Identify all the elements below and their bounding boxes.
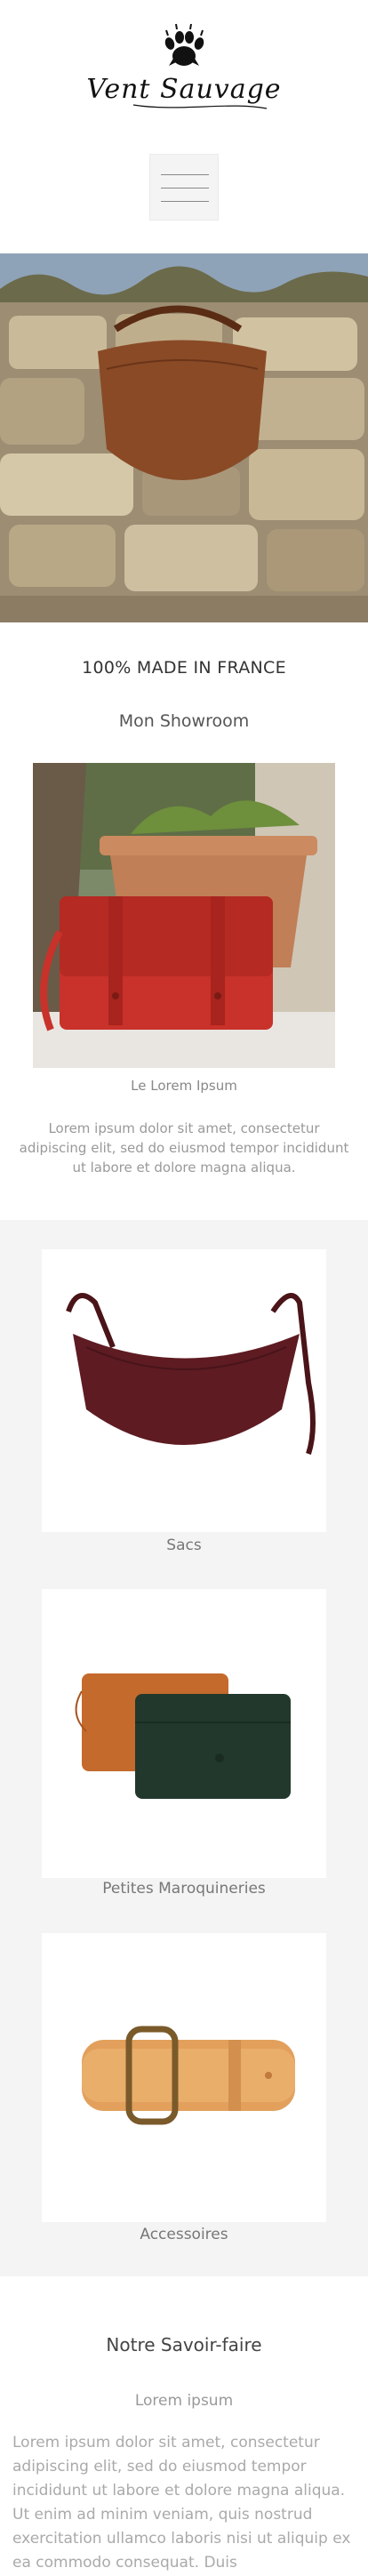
savoir-faire-text: Lorem ipsum dolor sit amet, consectetur … xyxy=(12,2434,351,2572)
tagline: 100% MADE IN FRANCE xyxy=(82,658,286,678)
savoir-faire-subtitle: Lorem ipsum xyxy=(134,2392,234,2410)
brand-logo[interactable]: Vent Sauvage xyxy=(0,16,368,132)
category-label-accessoires[interactable]: Accessoires xyxy=(0,2226,368,2243)
showroom-description: Lorem ipsum dolor sit amet, consectetur … xyxy=(19,1120,349,1176)
showroom-caption: Le Lorem Ipsum xyxy=(131,1078,237,1094)
showroom-image[interactable] xyxy=(33,763,335,1068)
category-card-sacs[interactable] xyxy=(42,1249,326,1532)
hero-image xyxy=(0,253,368,622)
sacs-image xyxy=(42,1249,326,1532)
category-card-accessoires[interactable] xyxy=(42,1933,326,2222)
category-card-petites-maroquineries[interactable] xyxy=(42,1589,326,1878)
accessoires-image xyxy=(42,1933,326,2222)
menu-toggle-button[interactable] xyxy=(149,154,219,221)
category-label-sacs[interactable]: Sacs xyxy=(0,1537,368,1554)
savoir-faire-title: Notre Savoir-faire xyxy=(106,2334,262,2355)
site-header: Vent Sauvage xyxy=(0,0,368,253)
category-label-petites-maroquineries[interactable]: Petites Maroquineries xyxy=(0,1880,368,1898)
petites-maroquineries-image xyxy=(42,1589,326,1878)
brand-wordmark: Vent Sauvage xyxy=(86,74,281,105)
paw-icon xyxy=(164,23,204,66)
showroom-title: Mon Showroom xyxy=(118,711,250,731)
